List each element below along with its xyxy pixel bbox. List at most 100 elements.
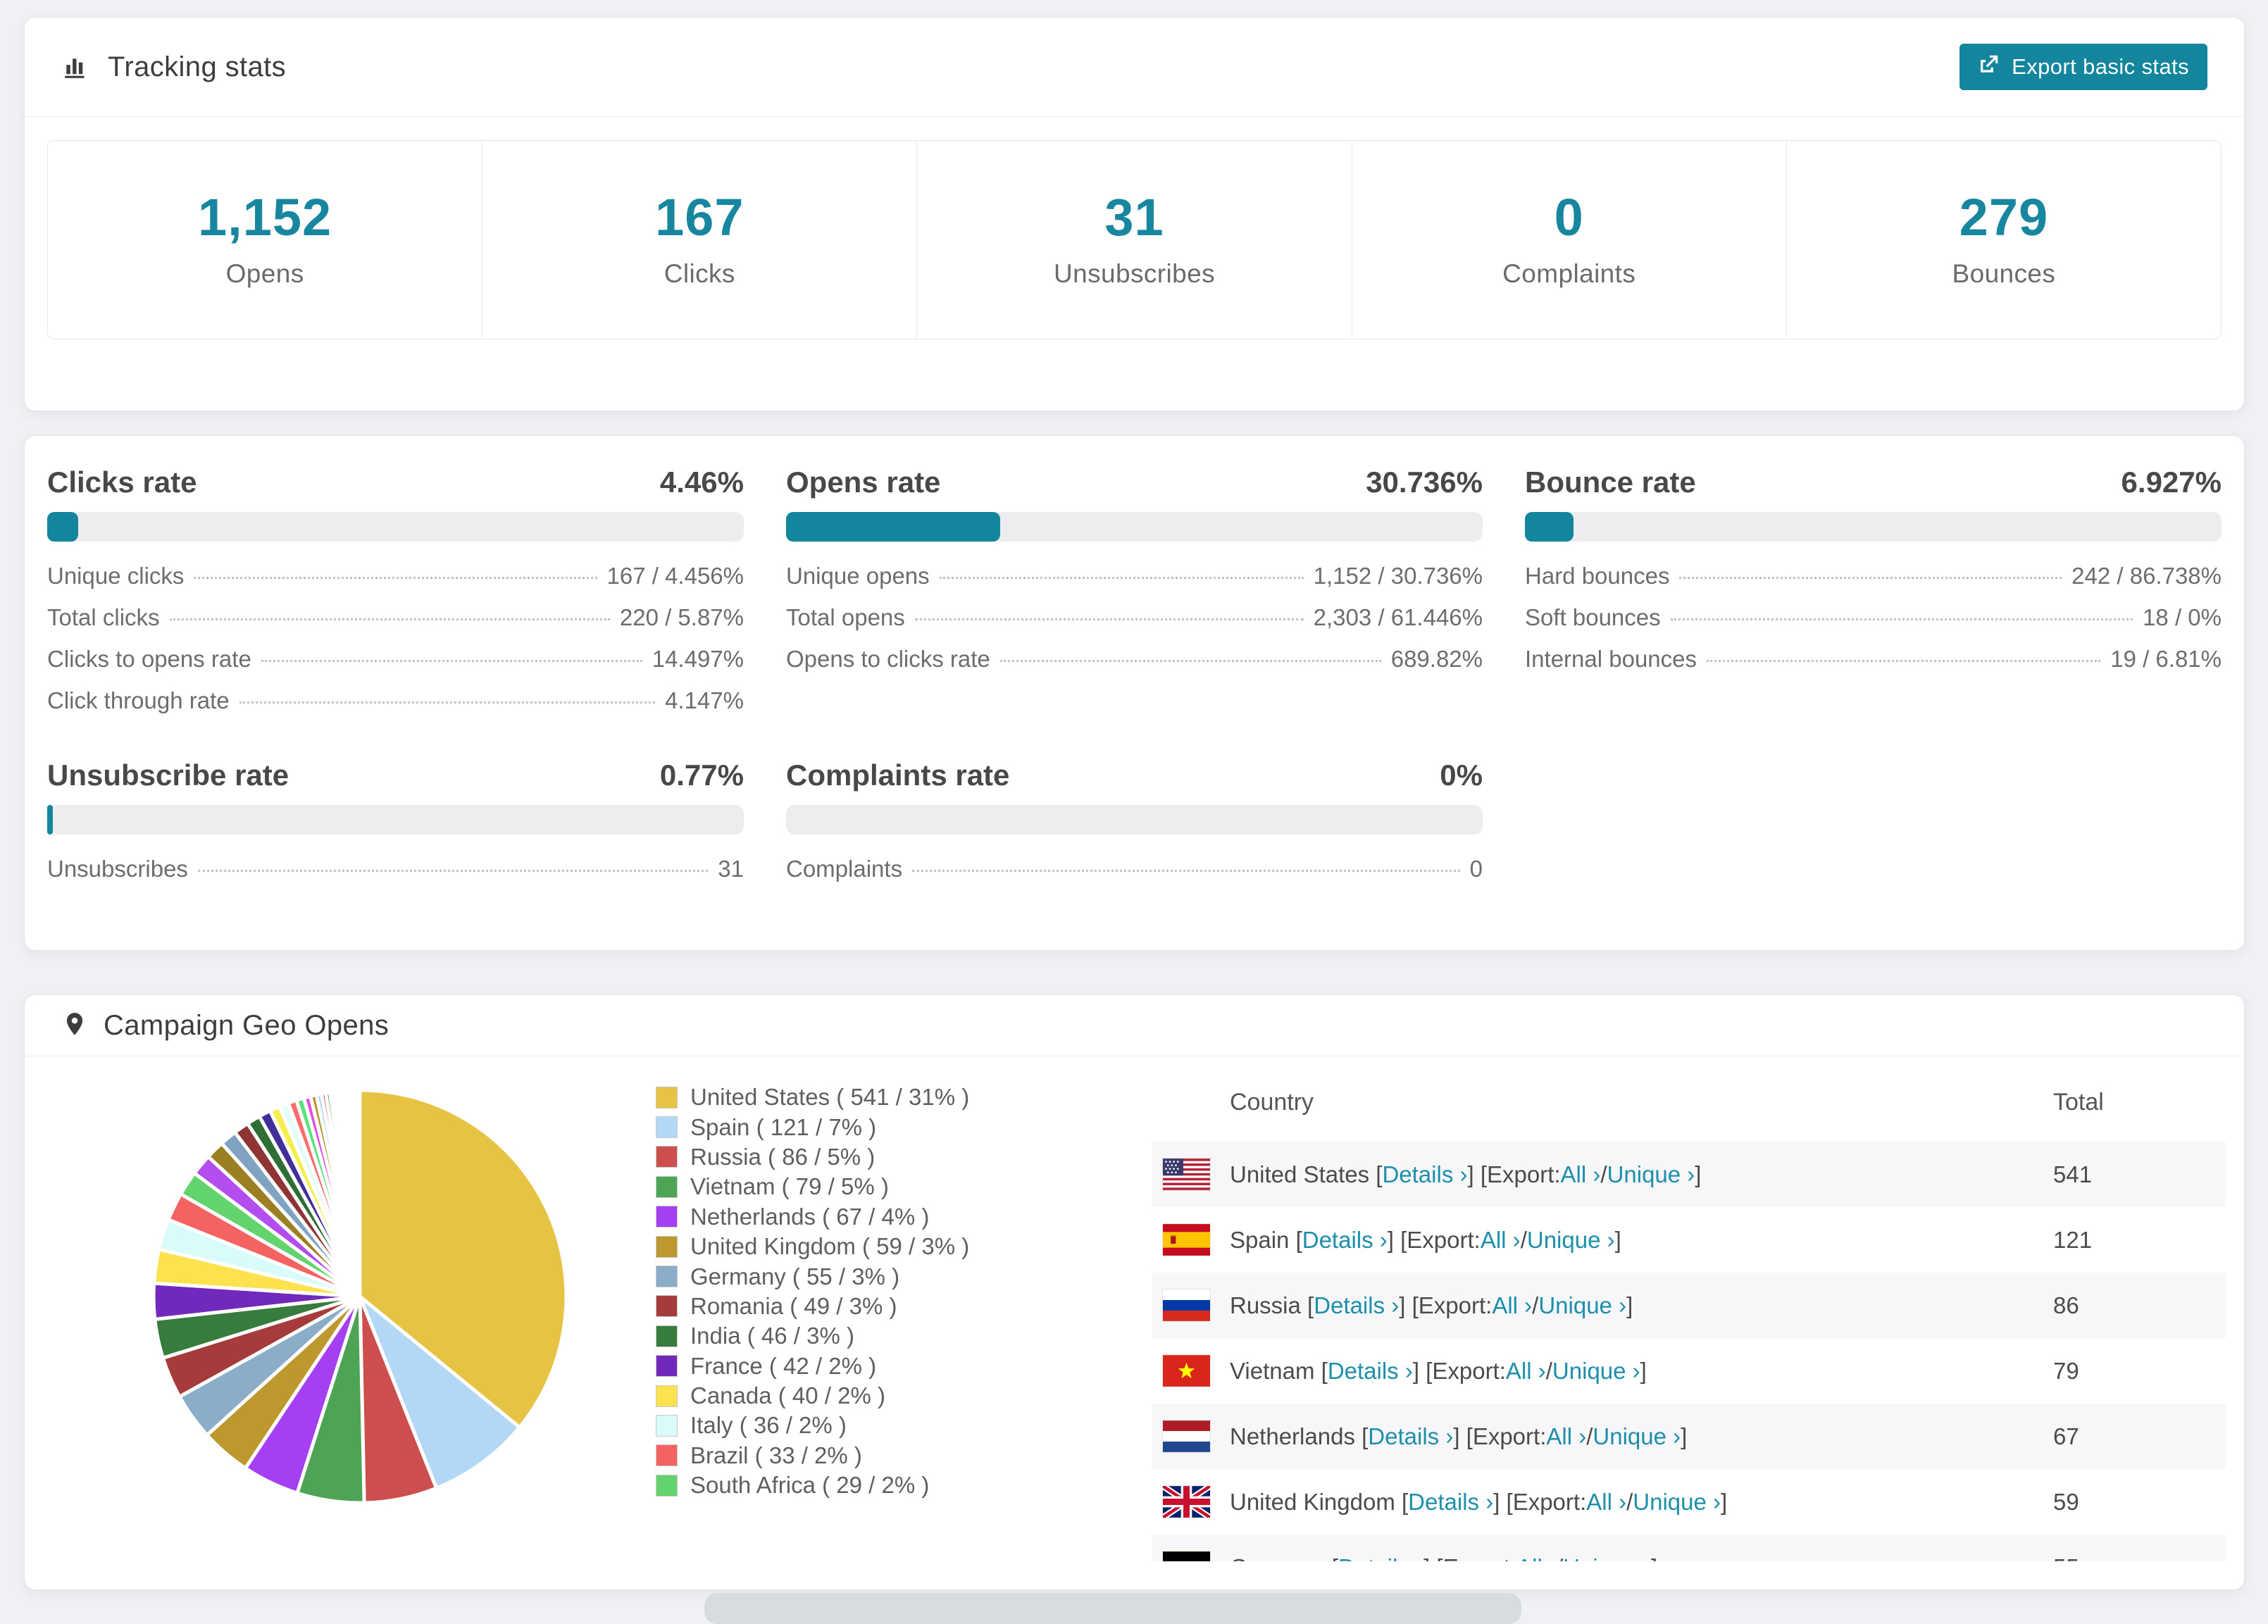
dotted-leader: [194, 577, 597, 579]
detail-label: Clicks to opens rate: [47, 646, 251, 672]
dotted-leader: [1670, 618, 2133, 620]
legend-swatch: [656, 1414, 678, 1437]
legend-item-south-africa: South Africa ( 29 / 2% ): [656, 1470, 969, 1500]
detail-row-total-opens: Total opens 2,303 / 61.446%: [786, 604, 1483, 646]
detail-value: 242 / 86.738%: [2071, 563, 2222, 589]
detail-row-unique-opens: Unique opens 1,152 / 30.736%: [786, 563, 1483, 604]
stat-label: Opens: [225, 258, 304, 288]
stat-value: 0: [1554, 187, 1584, 246]
geo-opens-table: Country Total United States [Details ›] …: [1152, 1063, 2226, 1561]
progress-bar-track: [786, 805, 1483, 835]
details-link[interactable]: Details ›: [1408, 1489, 1493, 1516]
legend-item-vietnam: Vietnam ( 79 / 5% ): [656, 1172, 969, 1201]
legend-item-spain: Spain ( 121 / 7% ): [656, 1112, 969, 1142]
legend-item-france: France ( 42 / 2% ): [656, 1351, 969, 1381]
detail-row-unsubscribes: Unsubscribes 31: [47, 856, 744, 897]
table-row-nl: Netherlands [Details ›] [Export: All › /…: [1152, 1404, 2226, 1469]
legend-item-india: India ( 46 / 3% ): [656, 1321, 969, 1351]
export-all-link[interactable]: All ›: [1561, 1161, 1601, 1188]
legend-label: South Africa ( 29 / 2% ): [690, 1472, 930, 1499]
legend-swatch: [656, 1355, 678, 1378]
progress-bar-fill: [1525, 512, 1574, 542]
detail-row-soft-bounces: Soft bounces 18 / 0%: [1525, 604, 2222, 646]
detail-label: Total opens: [786, 604, 905, 630]
country-name: United States: [1230, 1161, 1376, 1187]
country-cell: United States [Details ›] [Export: All ›…: [1152, 1158, 2053, 1190]
details-link[interactable]: Details ›: [1368, 1423, 1453, 1450]
export-unique-link[interactable]: Unique ›: [1552, 1358, 1640, 1385]
progress-bar-track: [786, 512, 1483, 542]
dotted-leader: [914, 618, 1304, 620]
export-basic-stats-button[interactable]: Export basic stats: [1959, 44, 2207, 90]
export-unique-link[interactable]: Unique ›: [1538, 1292, 1626, 1319]
details-link[interactable]: Details ›: [1328, 1358, 1413, 1385]
rate-block-opens-rate: Opens rate 30.736% Unique opens 1,152 / 30.…: [786, 466, 1483, 729]
legend-swatch: [656, 1266, 678, 1288]
progress-bar-track: [1525, 512, 2222, 542]
horizontal-scrollbar[interactable]: [704, 1593, 1521, 1624]
detail-label: Total clicks: [47, 604, 160, 630]
export-unique-link[interactable]: Unique ›: [1593, 1423, 1681, 1450]
export-unique-link[interactable]: Unique ›: [1607, 1161, 1695, 1188]
table-row-ru: Russia [Details ›] [Export: All › / Uniq…: [1152, 1273, 2226, 1338]
detail-row-hard-bounces: Hard bounces 242 / 86.738%: [1525, 563, 2222, 604]
details-link[interactable]: Details ›: [1382, 1161, 1467, 1188]
details-link[interactable]: Details ›: [1338, 1554, 1423, 1562]
legend-swatch: [656, 1474, 678, 1497]
legend-item-germany: Germany ( 55 / 3% ): [656, 1261, 969, 1291]
detail-value: 167 / 4.456%: [606, 563, 744, 589]
rate-block-complaints-rate: Complaints rate 0% Complaints 0: [786, 758, 1483, 897]
detail-label: Unsubscribes: [47, 856, 188, 882]
flag-es-icon: [1163, 1224, 1210, 1256]
legend-label: Spain ( 121 / 7% ): [690, 1113, 877, 1140]
map-pin-icon: [61, 1011, 88, 1041]
stat-label: Unsubscribes: [1054, 258, 1215, 288]
country-name: Vietnam: [1230, 1357, 1321, 1384]
rate-title-row: Unsubscribe rate 0.77%: [47, 758, 744, 797]
total-value: 86: [2053, 1292, 2079, 1318]
export-unique-link[interactable]: Unique ›: [1563, 1554, 1651, 1562]
export-all-link[interactable]: All ›: [1481, 1227, 1521, 1254]
flag-de-icon: [1163, 1551, 1210, 1561]
export-all-link[interactable]: All ›: [1546, 1423, 1586, 1450]
legend-swatch: [656, 1444, 678, 1467]
detail-label: Complaints: [786, 856, 903, 882]
stat-label: Complaints: [1502, 258, 1636, 288]
export-all-link[interactable]: All ›: [1492, 1292, 1532, 1319]
export-unique-link[interactable]: Unique ›: [1633, 1489, 1721, 1516]
export-all-link[interactable]: All ›: [1586, 1489, 1626, 1516]
country-cell: Vietnam [Details ›] [Export: All › / Uni…: [1152, 1355, 2053, 1387]
stat-value: 1,152: [198, 187, 332, 246]
legend-swatch: [656, 1206, 678, 1228]
legend-label: Vietnam ( 79 / 5% ): [690, 1173, 889, 1200]
geo-section-title: Campaign Geo Opens: [104, 1009, 390, 1041]
detail-value: 0: [1469, 856, 1483, 882]
progress-bar-fill: [47, 512, 79, 542]
detail-row-opens-to-clicks-rate: Opens to clicks rate 689.82%: [786, 646, 1483, 687]
rate-block-unsubscribe-rate: Unsubscribe rate 0.77% Unsubscribes 31: [47, 758, 744, 897]
table-row-es: Spain [Details ›] [Export: All › / Uniqu…: [1152, 1207, 2226, 1273]
flag-vn-icon: [1163, 1355, 1210, 1387]
dotted-leader: [912, 870, 1460, 872]
legend-item-united-kingdom: United Kingdom ( 59 / 3% ): [656, 1232, 969, 1261]
details-link[interactable]: Details ›: [1302, 1227, 1388, 1254]
country-cell: Germany [Details ›] [Export: All › / Uni…: [1152, 1551, 2053, 1561]
column-header-total: Total: [2053, 1088, 2104, 1116]
stat-cell-clicks: 167 Clicks: [482, 141, 916, 339]
rate-block-clicks-rate: Clicks rate 4.46% Unique clicks 167 / 4.456…: [47, 466, 744, 729]
detail-value: 4.147%: [665, 687, 744, 713]
table-row-vn: Vietnam [Details ›] [Export: All › / Uni…: [1152, 1338, 2226, 1404]
rate-title: Clicks rate: [47, 466, 197, 499]
detail-label: Hard bounces: [1525, 563, 1670, 589]
export-unique-link[interactable]: Unique ›: [1527, 1227, 1615, 1254]
detail-row-click-through-rate: Click through rate 4.147%: [47, 687, 744, 729]
details-link[interactable]: Details ›: [1314, 1292, 1399, 1319]
detail-label: Soft bounces: [1525, 604, 1661, 630]
total-value: 541: [2053, 1161, 2093, 1187]
export-all-link[interactable]: All ›: [1506, 1358, 1546, 1385]
detail-label: Internal bounces: [1525, 646, 1697, 672]
country-cell: Netherlands [Details ›] [Export: All › /…: [1152, 1420, 2053, 1452]
detail-label: Unique clicks: [47, 563, 185, 589]
export-all-link[interactable]: All ›: [1516, 1554, 1557, 1562]
rate-value: 4.46%: [659, 466, 744, 499]
